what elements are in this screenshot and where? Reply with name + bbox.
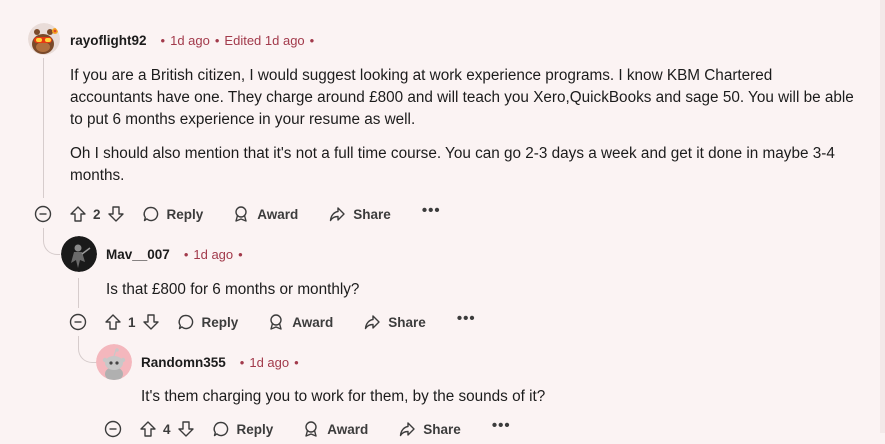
collapse-thread-button[interactable] [104, 420, 122, 438]
comment-icon [143, 206, 158, 222]
vote-count: 1 [128, 314, 136, 330]
reply-button[interactable]: Reply [212, 420, 274, 438]
downvote-button[interactable] [177, 420, 195, 438]
thread-line [43, 58, 44, 198]
share-button[interactable]: Share [398, 420, 461, 438]
comment-header: rayoflight92 • 1d ago • Edited 1d ago • [70, 28, 319, 52]
award-icon [235, 206, 247, 222]
comment-actions: 4 Reply Award Share ••• [104, 414, 511, 444]
thread-connector [78, 336, 97, 363]
vote-count: 2 [93, 206, 101, 222]
upvote-icon [140, 421, 156, 437]
share-button[interactable]: Share [328, 205, 391, 223]
downvote-icon [107, 206, 124, 222]
avatar[interactable] [28, 23, 60, 55]
avatar[interactable] [96, 344, 132, 380]
username[interactable]: Randomn355 [141, 355, 226, 370]
timestamp[interactable]: 1d ago [249, 355, 289, 370]
reply-button[interactable]: Reply [142, 205, 204, 223]
upvote-icon [70, 206, 86, 222]
award-button[interactable]: Award [302, 420, 368, 438]
award-icon [305, 421, 317, 437]
downvote-button[interactable] [107, 205, 125, 223]
collapse-icon [104, 420, 122, 438]
share-label: Share [423, 421, 461, 437]
share-label: Share [353, 206, 391, 222]
username[interactable]: Mav__007 [106, 247, 170, 262]
reply-label: Reply [166, 206, 204, 222]
award-icon [270, 314, 282, 330]
comment-icon [178, 314, 193, 330]
upvote-button[interactable] [139, 420, 157, 438]
share-label: Share [388, 314, 426, 330]
comment-body: Is that £800 for 6 months or monthly? [106, 279, 846, 301]
reply-label: Reply [201, 314, 239, 330]
comment-paragraph: Oh I should also mention that it's not a… [70, 145, 835, 184]
timestamp[interactable]: 1d ago [170, 33, 210, 48]
edited-label: Edited 1d ago [224, 32, 305, 48]
upvote-button[interactable] [69, 205, 87, 223]
share-icon [330, 207, 345, 222]
upvote-icon [105, 314, 121, 330]
collapse-thread-button[interactable] [69, 313, 87, 331]
thread-connector [43, 228, 60, 255]
collapse-icon [69, 313, 87, 331]
downvote-icon [142, 314, 159, 330]
comment-paragraph: It's them charging you to work for them,… [141, 388, 546, 405]
vote-count: 4 [163, 421, 171, 437]
comment-header: Mav__007 • 1d ago • [106, 242, 248, 266]
comment-icon [213, 421, 228, 437]
award-button[interactable]: Award [267, 313, 333, 331]
downvote-button[interactable] [142, 313, 160, 331]
comment-meta: • 1d ago • [239, 354, 299, 370]
reply-button[interactable]: Reply [177, 313, 239, 331]
share-button[interactable]: Share [363, 313, 426, 331]
award-button[interactable]: Award [232, 205, 298, 223]
award-label: Award [327, 421, 369, 437]
award-label: Award [292, 314, 334, 330]
share-icon [365, 315, 380, 330]
comment-body: If you are a British citizen, I would su… [70, 65, 855, 187]
comment-paragraph: If you are a British citizen, I would su… [70, 67, 854, 128]
thread-line [78, 278, 79, 308]
comment-header: Randomn355 • 1d ago • [141, 350, 304, 374]
more-options-button[interactable]: ••• [492, 418, 511, 433]
more-options-button[interactable]: ••• [457, 311, 476, 326]
username[interactable]: rayoflight92 [70, 33, 147, 48]
comment-actions: 2 Reply Award Share ••• [34, 199, 441, 229]
share-icon [400, 422, 415, 437]
scrollbar-edge [880, 0, 885, 433]
timestamp[interactable]: 1d ago [193, 247, 233, 262]
reply-label: Reply [236, 421, 274, 437]
comment-actions: 1 Reply Award Share ••• [69, 307, 476, 337]
comment-paragraph: Is that £800 for 6 months or monthly? [106, 281, 360, 298]
avatar[interactable] [61, 236, 97, 272]
comment-body: It's them charging you to work for them,… [141, 386, 841, 408]
upvote-button[interactable] [104, 313, 122, 331]
award-label: Award [257, 206, 299, 222]
downvote-icon [177, 421, 194, 437]
more-options-button[interactable]: ••• [422, 203, 441, 218]
comment-meta: • 1d ago • [183, 246, 243, 262]
collapse-thread-button[interactable] [34, 205, 52, 223]
collapse-icon [34, 205, 52, 223]
comment-meta: • 1d ago • Edited 1d ago • [160, 32, 315, 48]
